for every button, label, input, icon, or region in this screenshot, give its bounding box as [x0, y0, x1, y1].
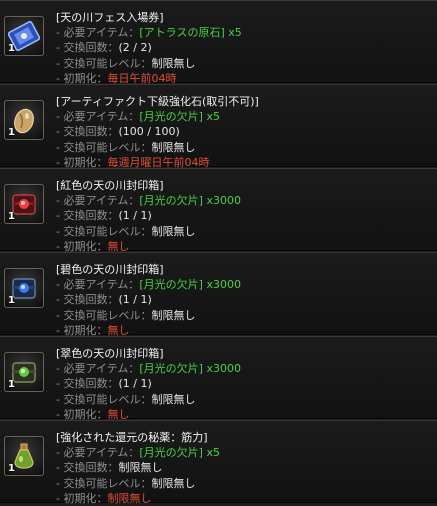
level-requirement-value: 制限無し — [151, 140, 196, 154]
required-item-quantity: x3000 — [202, 278, 241, 292]
required-item-name[interactable]: [月光の欠片] — [139, 362, 203, 375]
level-requirement-row: - 交換可能レベル：制限無し — [56, 56, 196, 70]
required-item-quantity: x5 — [224, 26, 242, 40]
required-item-quantity: x5 — [202, 446, 220, 460]
exchange-item[interactable]: 1 [天の川フェス入場券] - 必要アイテム：[アトラスの原石] x5 - 交換… — [0, 0, 437, 86]
item-title: [碧色の天の川封印箱] — [56, 263, 164, 276]
item-count: 1 — [8, 463, 15, 474]
potion-icon[interactable]: 1 — [4, 436, 44, 476]
exchange-count-row: - 交換回数：(1 / 1) — [56, 293, 152, 307]
required-item-quantity: x3000 — [202, 194, 241, 208]
exchange-item[interactable]: 1 [紅色の天の川封印箱] - 必要アイテム：[月光の欠片] x3000 - 交… — [0, 168, 437, 254]
required-item-row: - 必要アイテム：[月光の欠片] x5 — [56, 446, 220, 460]
required-item-name[interactable]: [月光の欠片] — [139, 194, 203, 207]
exchange-count-value: 制限無し — [118, 461, 163, 475]
exchange-count-row: - 交換回数：(100 / 100) — [56, 125, 180, 139]
reset-value: 毎日午前04時 — [107, 71, 177, 85]
reset-value: 制限無し — [107, 491, 152, 505]
required-item-row: - 必要アイテム：[月光の欠片] x3000 — [56, 194, 241, 208]
item-count: 1 — [8, 295, 15, 306]
item-info: [天の川フェス入場券] - 必要アイテム：[アトラスの原石] x5 - 交換回数… — [56, 10, 242, 86]
level-requirement-value: 制限無し — [151, 392, 196, 406]
exchange-count-value: (2 / 2) — [118, 41, 152, 55]
red-sealed-box-icon[interactable]: 1 — [4, 184, 44, 224]
enhancement-stone-icon[interactable]: 1 — [4, 100, 44, 140]
item-title: [アーティファクト下級強化石(取引不可)] — [56, 95, 259, 108]
required-item-name[interactable]: [月光の欠片] — [139, 110, 203, 123]
item-count: 1 — [8, 211, 15, 222]
required-item-row: - 必要アイテム：[アトラスの原石] x5 — [56, 26, 242, 40]
exchange-count-value: (1 / 1) — [118, 209, 152, 223]
item-info: [強化された還元の秘薬：筋力] - 必要アイテム：[月光の欠片] x5 - 交換… — [56, 430, 220, 506]
exchange-count-value: (1 / 1) — [118, 293, 152, 307]
item-title: [翠色の天の川封印箱] — [56, 347, 164, 360]
item-title: [天の川フェス入場券] — [56, 11, 164, 24]
exchange-item[interactable]: 1 [碧色の天の川封印箱] - 必要アイテム：[月光の欠片] x3000 - 交… — [0, 252, 437, 338]
level-requirement-row: - 交換可能レベル：制限無し — [56, 392, 196, 406]
green-sealed-box-icon[interactable]: 1 — [4, 352, 44, 392]
item-info: [アーティファクト下級強化石(取引不可)] - 必要アイテム：[月光の欠片] x… — [56, 94, 259, 170]
required-item-row: - 必要アイテム：[月光の欠片] x3000 — [56, 278, 241, 292]
exchange-count-row: - 交換回数：(2 / 2) — [56, 41, 152, 55]
level-requirement-row: - 交換可能レベル：制限無し — [56, 476, 196, 490]
item-count: 1 — [8, 127, 15, 138]
exchange-item[interactable]: 1 [強化された還元の秘薬：筋力] - 必要アイテム：[月光の欠片] x5 - … — [0, 420, 437, 506]
required-item-row: - 必要アイテム：[月光の欠片] x5 — [56, 110, 220, 124]
reset-value: 無し — [107, 407, 130, 421]
blue-sealed-box-icon[interactable]: 1 — [4, 268, 44, 308]
required-item-row: - 必要アイテム：[月光の欠片] x3000 — [56, 362, 241, 376]
exchange-count-row: - 交換回数：制限無し — [56, 461, 163, 475]
exchange-count-value: (1 / 1) — [118, 377, 152, 391]
item-title: [強化された還元の秘薬：筋力] — [56, 431, 208, 444]
item-count: 1 — [8, 379, 15, 390]
level-requirement-value: 制限無し — [151, 308, 196, 322]
level-requirement-value: 制限無し — [151, 224, 196, 238]
reset-row: - 初期化：制限無し — [56, 491, 152, 505]
reset-value: 毎週月曜日午前04時 — [107, 155, 210, 169]
exchange-item[interactable]: 1 [アーティファクト下級強化石(取引不可)] - 必要アイテム：[月光の欠片]… — [0, 84, 437, 170]
level-requirement-row: - 交換可能レベル：制限無し — [56, 140, 196, 154]
item-count: 1 — [8, 43, 15, 54]
item-title: [紅色の天の川封印箱] — [56, 179, 164, 192]
required-item-name[interactable]: [アトラスの原石] — [139, 26, 224, 39]
exchange-count-row: - 交換回数：(1 / 1) — [56, 209, 152, 223]
reset-value: 無し — [107, 239, 130, 253]
ticket-icon[interactable]: 1 — [4, 16, 44, 56]
exchange-item-list: 1 [天の川フェス入場券] - 必要アイテム：[アトラスの原石] x5 - 交換… — [0, 0, 437, 506]
level-requirement-row: - 交換可能レベル：制限無し — [56, 308, 196, 322]
item-info: [碧色の天の川封印箱] - 必要アイテム：[月光の欠片] x3000 - 交換回… — [56, 262, 241, 338]
reset-value: 無し — [107, 323, 130, 337]
level-requirement-row: - 交換可能レベル：制限無し — [56, 224, 196, 238]
required-item-name[interactable]: [月光の欠片] — [139, 446, 203, 459]
required-item-quantity: x3000 — [202, 362, 241, 376]
level-requirement-value: 制限無し — [151, 56, 196, 70]
required-item-name[interactable]: [月光の欠片] — [139, 278, 203, 291]
exchange-count-value: (100 / 100) — [118, 125, 180, 139]
required-item-quantity: x5 — [202, 110, 220, 124]
exchange-item[interactable]: 1 [翠色の天の川封印箱] - 必要アイテム：[月光の欠片] x3000 - 交… — [0, 336, 437, 422]
item-info: [翠色の天の川封印箱] - 必要アイテム：[月光の欠片] x3000 - 交換回… — [56, 346, 241, 422]
level-requirement-value: 制限無し — [151, 476, 196, 490]
item-info: [紅色の天の川封印箱] - 必要アイテム：[月光の欠片] x3000 - 交換回… — [56, 178, 241, 254]
exchange-count-row: - 交換回数：(1 / 1) — [56, 377, 152, 391]
